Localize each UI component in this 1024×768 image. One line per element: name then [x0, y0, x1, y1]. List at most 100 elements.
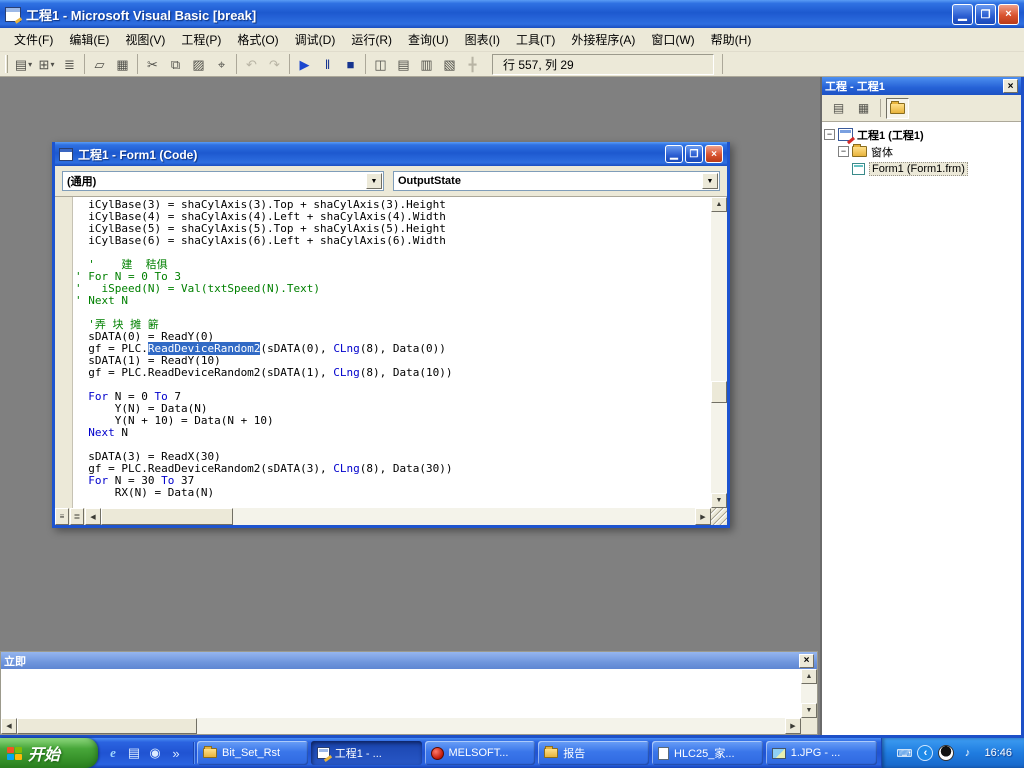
end-button[interactable]: ■ [339, 53, 362, 75]
project-node-label[interactable]: 工程1 (工程1) [857, 127, 924, 143]
code-line[interactable]: iCylBase(6) = shaCylAxis(6).Left + shaCy… [75, 235, 711, 247]
menu-item-7[interactable]: 查询(U) [400, 28, 457, 51]
taskbar-button-1[interactable]: 工程1 - ... [311, 741, 422, 765]
code-line[interactable]: gf = PLC.ReadDeviceRandom2(sDATA(1), CLn… [75, 367, 711, 379]
restore-button[interactable]: ❐ [975, 4, 996, 25]
immediate-titlebar[interactable]: 立即 × [1, 652, 817, 669]
form-layout-button[interactable]: ▥ [415, 53, 438, 75]
chevron-down-icon[interactable]: ▼ [702, 173, 718, 189]
scroll-up-icon[interactable]: ▲ [711, 197, 727, 212]
forms-folder-label[interactable]: 窗体 [871, 144, 893, 160]
scroll-track[interactable] [801, 684, 817, 703]
object-browser-button[interactable]: ▧ [438, 53, 461, 75]
scroll-track[interactable] [17, 718, 785, 734]
code-line[interactable]: Next N [75, 427, 711, 439]
code-window-titlebar[interactable]: 工程1 - Form1 (Code) ▁ ❐ × [55, 142, 727, 166]
code-margin-strip[interactable] [55, 197, 73, 508]
code-line[interactable]: ' Next N [75, 295, 711, 307]
code-line[interactable] [75, 247, 711, 259]
project-explorer-button[interactable]: ◫ [369, 53, 392, 75]
object-dropdown[interactable]: (通用) ▼ [62, 171, 384, 191]
menu-item-0[interactable]: 文件(F) [6, 28, 61, 51]
scroll-thumb[interactable] [17, 718, 197, 734]
tree-row-project[interactable]: − 工程1 (工程1) [824, 126, 1019, 143]
full-module-view-button[interactable]: ≣ [70, 508, 84, 525]
close-button[interactable]: × [998, 4, 1019, 25]
scroll-thumb[interactable] [101, 508, 233, 525]
scroll-track[interactable] [101, 508, 695, 525]
code-minimize-button[interactable]: ▁ [665, 145, 683, 163]
copy-button[interactable]: ⧉ [164, 53, 187, 75]
add-form-button[interactable]: ⊞▾ [35, 53, 58, 75]
scroll-right-icon[interactable]: ▶ [785, 718, 801, 734]
keyboard-tray-icon[interactable]: ⌨ [896, 745, 912, 761]
collapse-icon[interactable]: − [838, 146, 849, 157]
scroll-up-icon[interactable]: ▲ [801, 669, 817, 684]
menu-item-5[interactable]: 调试(D) [287, 28, 344, 51]
taskbar-button-2[interactable]: MELSOFT... [425, 741, 536, 765]
chevron-down-icon[interactable]: ▾ [28, 60, 32, 69]
menu-item-1[interactable]: 编辑(E) [61, 28, 117, 51]
menu-item-12[interactable]: 帮助(H) [703, 28, 760, 51]
code-line[interactable]: RX(N) = Data(N) [75, 487, 711, 499]
tree-row-forms-folder[interactable]: − 窗体 [838, 143, 1019, 160]
menu-item-10[interactable]: 外接程序(A) [563, 28, 643, 51]
save-project-button[interactable]: ▦ [111, 53, 134, 75]
scroll-left-icon[interactable]: ◀ [1, 718, 17, 734]
view-object-button[interactable]: ▦ [852, 98, 875, 119]
immediate-vertical-scrollbar[interactable]: ▲ ▼ [801, 669, 817, 718]
cut-button[interactable]: ✂ [141, 53, 164, 75]
chevron-down-icon[interactable]: ▾ [50, 60, 54, 69]
menu-editor-button[interactable]: ≣ [58, 53, 81, 75]
code-horizontal-scrollbar[interactable]: ◀ ▶ [85, 508, 711, 525]
taskbar-button-0[interactable]: Bit_Set_Rst [197, 741, 308, 765]
menu-item-11[interactable]: 窗口(W) [643, 28, 702, 51]
code-maximize-button[interactable]: ❐ [685, 145, 703, 163]
volume-tray-icon[interactable]: ♪ [959, 745, 975, 761]
show-desktop-icon[interactable]: ▤ [126, 745, 142, 761]
minimize-button[interactable]: ▁ [952, 4, 973, 25]
scroll-down-icon[interactable]: ▼ [711, 493, 727, 508]
scroll-down-icon[interactable]: ▼ [801, 703, 817, 718]
code-line[interactable]: ' iSpeed(N) = Val(txtSpeed(N).Text) [75, 283, 711, 295]
taskbar-button-4[interactable]: HLC25_家... [652, 741, 763, 765]
immediate-horizontal-scrollbar[interactable]: ◀ ▶ [1, 718, 801, 734]
form1-node-label[interactable]: Form1 (Form1.frm) [869, 162, 968, 176]
collapse-icon[interactable]: − [824, 129, 835, 140]
taskbar-button-3[interactable]: 报告 [538, 741, 649, 765]
open-project-button[interactable]: ▱ [88, 53, 111, 75]
overflow-chevron-icon[interactable]: » [168, 745, 184, 761]
tree-row-form1[interactable]: Form1 (Form1.frm) [852, 160, 1019, 177]
immediate-close-button[interactable]: × [799, 654, 814, 668]
properties-window-button[interactable]: ▤ [392, 53, 415, 75]
menu-item-8[interactable]: 图表(I) [457, 28, 508, 51]
project-panel-close-button[interactable]: × [1003, 79, 1018, 93]
toggle-folders-button[interactable] [886, 98, 909, 119]
view-code-button[interactable]: ▤ [827, 98, 850, 119]
resize-grip[interactable] [711, 508, 727, 525]
add-project-button[interactable]: ▤▾ [12, 53, 35, 75]
scroll-thumb[interactable] [711, 381, 727, 403]
paste-button[interactable]: ▨ [187, 53, 210, 75]
menu-item-3[interactable]: 工程(P) [173, 28, 229, 51]
continue-button[interactable]: ▶ [293, 53, 316, 75]
menu-item-9[interactable]: 工具(T) [508, 28, 563, 51]
code-line[interactable]: Y(N + 10) = Data(N + 10) [75, 415, 711, 427]
qq-tray-icon[interactable] [938, 745, 954, 761]
break-button[interactable]: ‖ [316, 53, 339, 75]
chevron-down-icon[interactable]: ▼ [366, 173, 382, 189]
input-method-tray-icon[interactable]: ‹ [917, 745, 933, 761]
procedure-view-button[interactable]: ≡ [55, 508, 69, 525]
start-button[interactable]: 开始 [0, 738, 98, 768]
code-line[interactable] [75, 307, 711, 319]
code-close-button[interactable]: × [705, 145, 723, 163]
taskbar-button-5[interactable]: 1.JPG - ... [766, 741, 877, 765]
code-vertical-scrollbar[interactable]: ▲ ▼ [711, 197, 727, 508]
menu-item-2[interactable]: 视图(V) [117, 28, 173, 51]
procedure-dropdown[interactable]: OutputState ▼ [393, 171, 720, 191]
code-text[interactable]: iCylBase(3) = shaCylAxis(3).Top + shaCyl… [73, 197, 711, 508]
scroll-right-icon[interactable]: ▶ [695, 508, 711, 525]
immediate-input-area[interactable] [1, 669, 801, 718]
browser-icon[interactable]: ◉ [147, 745, 163, 761]
menu-item-4[interactable]: 格式(O) [229, 28, 286, 51]
